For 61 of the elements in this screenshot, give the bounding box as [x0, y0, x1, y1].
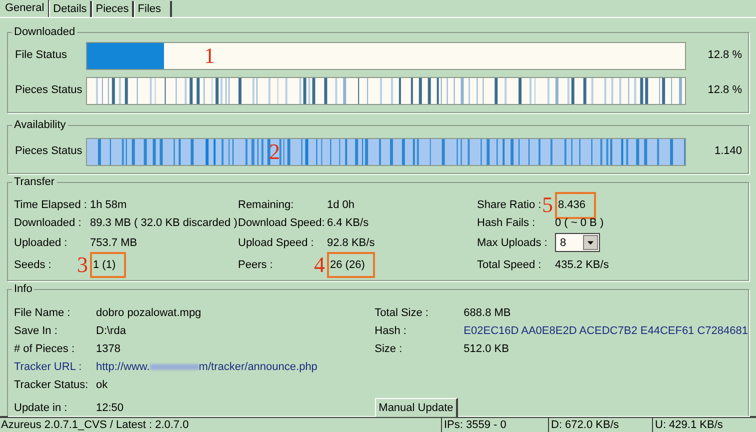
field-value: 12:50: [96, 400, 124, 416]
field-value: dobro pozalowat.mpg: [96, 306, 202, 321]
manual-update-button[interactable]: Manual Update: [374, 398, 458, 418]
row-label: Pieces Status: [14, 83, 84, 98]
row-label: Pieces Status: [14, 144, 84, 160]
field-value: 753.7 MB: [90, 236, 138, 251]
field-value: 1378: [96, 342, 120, 357]
field-label: Hash Fails :: [477, 216, 536, 231]
field-label: Tracker Status:: [14, 378, 90, 393]
field-label: Update in :: [14, 400, 68, 416]
field-label: Downloaded :: [14, 216, 82, 231]
annotation-number: 1: [204, 44, 215, 67]
field-value: 26 (26): [327, 252, 375, 278]
field-label: Remaining:: [238, 198, 294, 214]
field-value: 6.4 KB/s: [327, 216, 369, 231]
percent-reading: 1.140: [714, 144, 743, 160]
field-label: Download Speed:: [238, 216, 325, 231]
field-value: 89.3 MB ( 32.0 KB discarded ): [90, 216, 238, 231]
field-value: 92.8 KB/s: [327, 236, 375, 251]
field-label: Max Uploads :: [477, 236, 548, 251]
field-value: ok: [96, 378, 108, 393]
annotation-number: 2: [269, 140, 280, 163]
status-text: U: 429.1 KB/s: [652, 418, 756, 432]
tracker-url-link[interactable]: http://www. m/tracker/announce.php: [96, 358, 318, 376]
row-label: File Status: [14, 48, 68, 64]
field-value: D:\rda: [96, 324, 126, 339]
field-label: File Name :: [14, 306, 72, 321]
field-value: 688.8 MB: [464, 306, 511, 321]
tab[interactable]: Details: [49, 1, 92, 17]
field-label: Total Size :: [374, 306, 430, 321]
field-value: 1h 58m: [90, 198, 127, 214]
field-label: Peers :: [238, 258, 273, 273]
field-label: Hash :: [374, 324, 408, 339]
status-text: IPs: 3559 - 0: [441, 418, 548, 432]
field-label: Size :: [374, 342, 404, 357]
field-label: Tracker URL :: [14, 360, 83, 375]
annotation-number: 5: [542, 194, 553, 216]
max-uploads-dropdown[interactable]: 8: [555, 233, 600, 252]
percent-reading: 12.8 %: [708, 83, 743, 98]
field-value: 1d 0h: [327, 198, 355, 214]
field-label: Upload Speed :: [238, 236, 314, 251]
field-label: Seeds :: [14, 258, 52, 273]
field-value: 512.0 KB: [464, 342, 509, 357]
tab[interactable]: Files: [134, 1, 172, 17]
status-text: Azureus 2.0.7.1_CVS / Latest : 2.0.7.0: [0, 418, 190, 432]
annotation-number: 4: [314, 254, 325, 276]
annotation-number: 3: [77, 254, 88, 276]
field-label: Total Speed :: [477, 258, 542, 273]
field-label: # of Pieces :: [14, 342, 76, 357]
hash-value: E02EC16D AA0E8E2D ACEDC7B2 E44CEF61 C7284681: [464, 324, 748, 339]
field-label: Save In :: [14, 324, 58, 339]
field-value: 1 (1): [90, 252, 126, 278]
field-label: Share Ratio :: [477, 198, 542, 214]
field-value: 8.436: [555, 192, 596, 219]
group-title: Availability: [12, 118, 68, 132]
field-label: Uploaded :: [14, 236, 68, 251]
status-text: D: 672.0 KB/s: [548, 418, 652, 432]
field-value: 435.2 KB/s: [555, 258, 609, 273]
field-label: Time Elapsed :: [14, 198, 87, 214]
tab[interactable]: Pieces: [92, 1, 134, 17]
percent-reading: 12.8 %: [708, 48, 743, 64]
